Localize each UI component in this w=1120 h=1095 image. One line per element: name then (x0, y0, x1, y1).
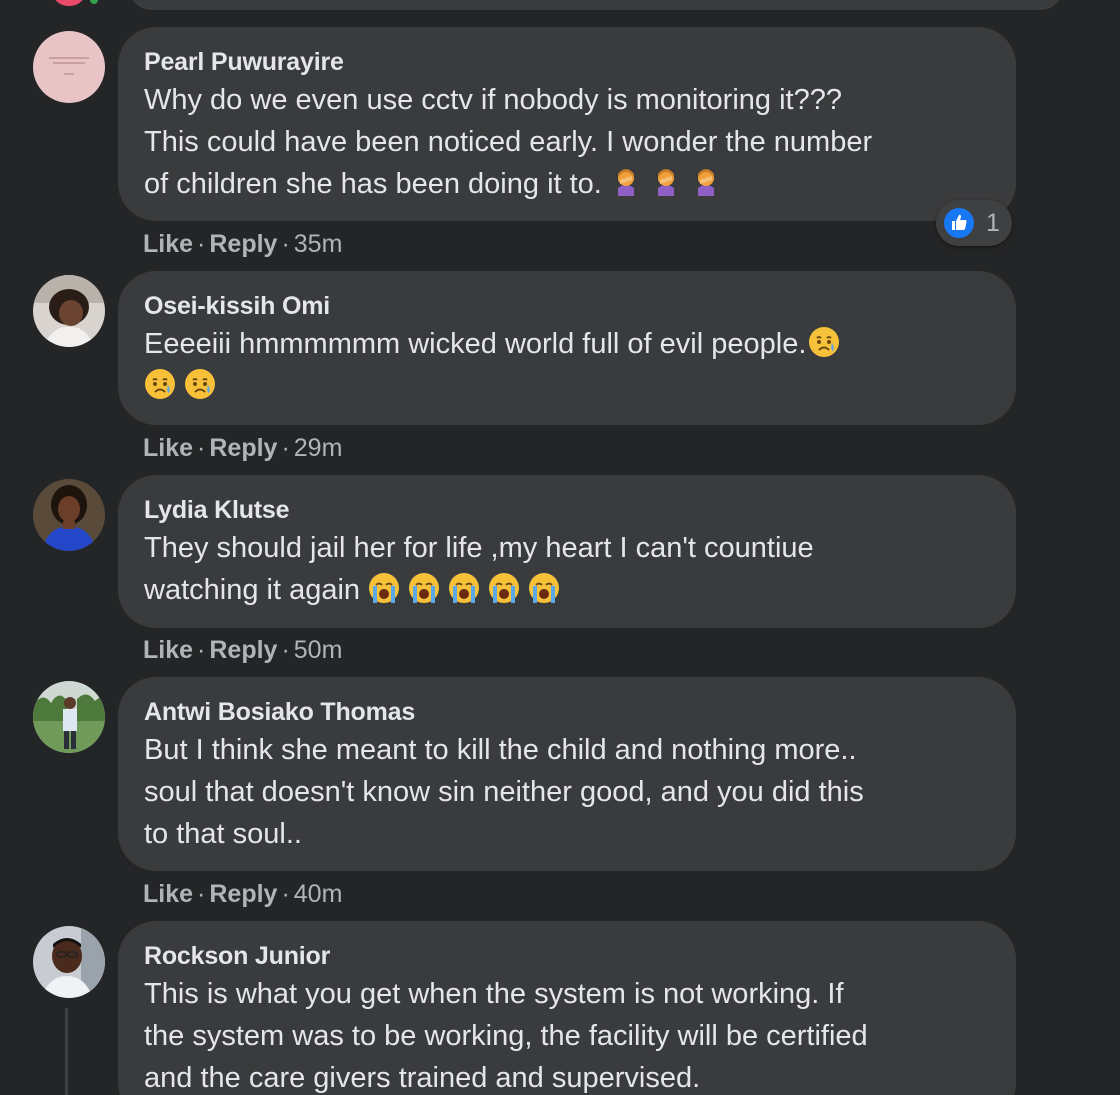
comment-actions: Like · Reply · 35m (143, 229, 342, 259)
avatar[interactable] (33, 479, 105, 551)
comment-actions: Like · Reply · 50m (143, 635, 342, 665)
loudly-crying-face-emoji (368, 572, 400, 604)
separator-dot: · (281, 434, 290, 462)
reply-button[interactable]: Reply (209, 636, 277, 664)
like-button[interactable]: Like (143, 434, 193, 462)
avatar-image (33, 681, 105, 753)
reply-thread-line (65, 1008, 68, 1095)
comment-bubble: Rockson Junior This is what you get when… (118, 921, 1016, 1095)
comment-line: watching it again (144, 574, 361, 606)
loudly-crying-face-emoji (408, 572, 440, 604)
comment-line: Why do we even use cctv if nobody is mon… (144, 84, 842, 116)
separator-dot: · (197, 880, 206, 908)
sad-but-relieved-face-emoji (184, 368, 216, 400)
woman-facepalming-emoji (610, 166, 642, 198)
comment-line: Eeeeiii hmmmmmm wicked world full of evi… (144, 328, 807, 360)
comment-text: Eeeeiii hmmmmmm wicked world full of evi… (144, 323, 990, 407)
comment-bubble: Lydia Klutse They should jail her for li… (118, 475, 1016, 628)
avatar-image (33, 926, 105, 998)
comment-text: They should jail her for life ,my heart … (144, 527, 990, 611)
comment-text: But I think she meant to kill the child … (144, 729, 990, 855)
avatar[interactable] (33, 31, 105, 103)
comment-line: This is what you get when the system is … (144, 978, 844, 1010)
comment-text: This is what you get when the system is … (144, 973, 990, 1095)
sad-but-relieved-face-emoji (808, 326, 840, 358)
comment-line: the system was to be working, the facili… (144, 1020, 868, 1052)
comment-actions: Like · Reply · 40m (143, 879, 342, 909)
loudly-crying-face-emoji (488, 572, 520, 604)
comment-line: to that soul.. (144, 818, 302, 850)
comment-author[interactable]: Lydia Klutse (144, 495, 990, 525)
like-button[interactable]: Like (143, 230, 193, 258)
like-button[interactable]: Like (143, 880, 193, 908)
comment-bubble: Osei-kissih Omi Eeeeiii hmmmmmm wicked w… (118, 271, 1016, 425)
comment-author[interactable]: Osei-kissih Omi (144, 291, 990, 321)
reaction-count: 1 (986, 209, 1000, 237)
reply-button[interactable]: Reply (209, 434, 277, 462)
comment-bubble: Pearl Puwurayire Why do we even use cctv… (118, 27, 1016, 221)
avatar[interactable] (33, 926, 105, 998)
comment-line: of children she has been doing it to. (144, 168, 602, 200)
previous-comment-bubble (128, 0, 1064, 10)
reply-button[interactable]: Reply (209, 230, 277, 258)
comment-author[interactable]: Antwi Bosiako Thomas (144, 697, 990, 727)
avatar-image (33, 275, 105, 347)
comment-text: Why do we even use cctv if nobody is mon… (144, 79, 990, 205)
like-button[interactable]: Like (143, 636, 193, 664)
avatar[interactable] (33, 275, 105, 347)
comment-timestamp[interactable]: 29m (294, 434, 343, 462)
comment-author[interactable]: Rockson Junior (144, 941, 990, 971)
comment-timestamp[interactable]: 40m (294, 880, 343, 908)
reply-button[interactable]: Reply (209, 880, 277, 908)
separator-dot: · (281, 880, 290, 908)
separator-dot: · (281, 636, 290, 664)
separator-dot: · (197, 230, 206, 258)
sad-but-relieved-face-emoji (144, 368, 176, 400)
separator-dot: · (197, 434, 206, 462)
comment-line: They should jail her for life ,my heart … (144, 532, 814, 564)
woman-facepalming-emoji (690, 166, 722, 198)
comment-line: But I think she meant to kill the child … (144, 734, 857, 766)
comments-feed: Pearl Puwurayire Why do we even use cctv… (0, 0, 1120, 1095)
comment-line: soul that doesn't know sin neither good,… (144, 776, 864, 808)
comment-actions: Like · Reply · 29m (143, 433, 342, 463)
avatar-image (33, 479, 105, 551)
loudly-crying-face-emoji (528, 572, 560, 604)
loudly-crying-face-emoji (448, 572, 480, 604)
previous-avatar[interactable] (52, 0, 86, 6)
separator-dot: · (281, 230, 290, 258)
comment-timestamp[interactable]: 35m (294, 230, 343, 258)
comment-author[interactable]: Pearl Puwurayire (144, 47, 990, 77)
thumbs-up-icon (942, 206, 976, 240)
comment-line: and the care givers trained and supervis… (144, 1062, 701, 1094)
separator-dot: · (197, 636, 206, 664)
comment-timestamp[interactable]: 50m (294, 636, 343, 664)
avatar-image (33, 31, 105, 103)
online-status-dot (90, 0, 98, 4)
comment-bubble: Antwi Bosiako Thomas But I think she mea… (118, 677, 1016, 871)
avatar[interactable] (33, 681, 105, 753)
reaction-count-badge[interactable]: 1 (936, 200, 1012, 246)
woman-facepalming-emoji (650, 166, 682, 198)
comment-line: This could have been noticed early. I wo… (144, 126, 873, 158)
